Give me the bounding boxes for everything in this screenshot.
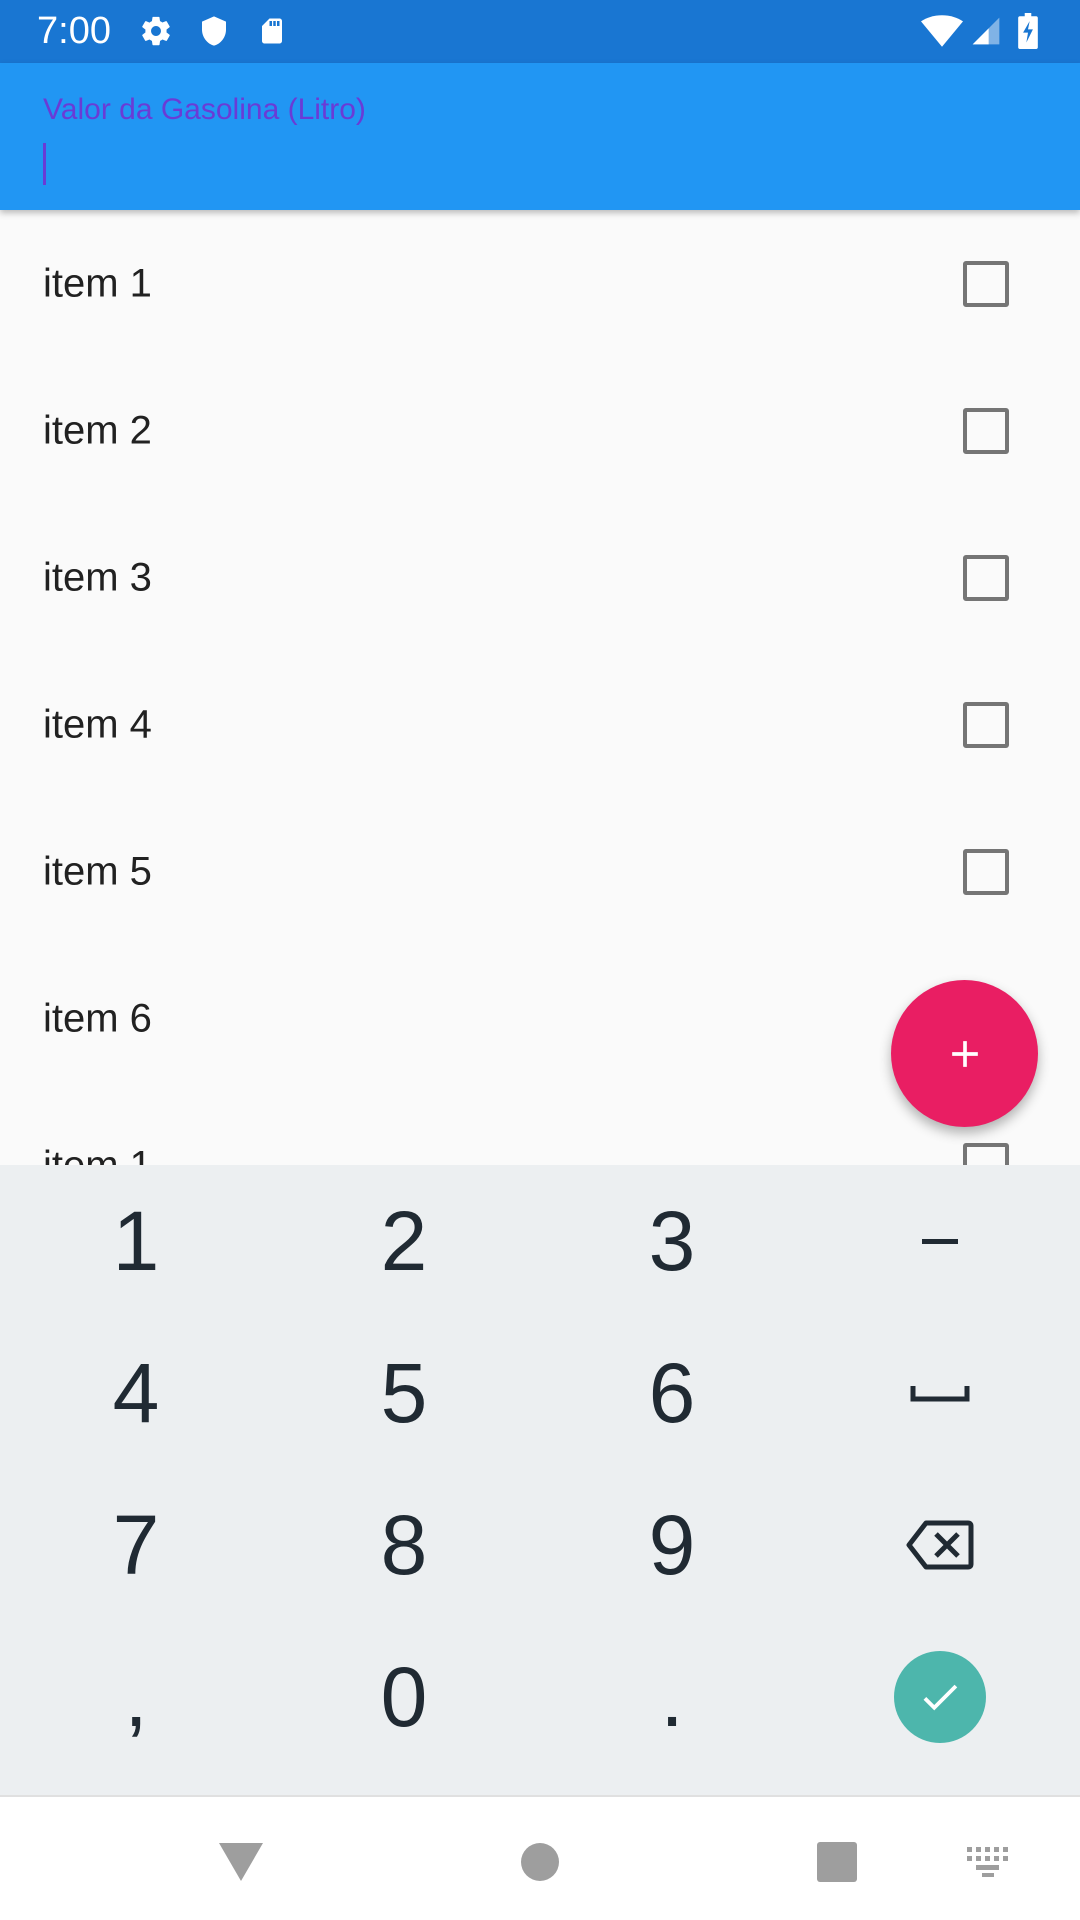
signal-icon bbox=[968, 13, 1004, 49]
backspace-icon bbox=[906, 1519, 974, 1571]
text-cursor bbox=[43, 143, 46, 185]
list-item-label: item 1 bbox=[43, 1143, 152, 1165]
list-item-checkbox[interactable] bbox=[963, 1142, 1009, 1165]
navigation-bar bbox=[0, 1795, 1080, 1920]
list-item-label: item 4 bbox=[43, 702, 152, 746]
list-item-label: item 6 bbox=[43, 996, 152, 1040]
list-item-checkbox[interactable] bbox=[963, 848, 1009, 895]
recents-icon[interactable] bbox=[802, 1827, 872, 1897]
list-item-label: item 2 bbox=[43, 408, 152, 452]
list-item[interactable]: item 4 bbox=[0, 651, 1080, 798]
minus-icon bbox=[922, 1237, 958, 1245]
keyboard-icon[interactable] bbox=[954, 1827, 1024, 1897]
list-item[interactable]: item 5 bbox=[0, 798, 1080, 945]
list-item-checkbox[interactable] bbox=[963, 554, 1009, 601]
list-item-checkbox[interactable] bbox=[963, 407, 1009, 454]
key-4[interactable]: 4 bbox=[2, 1317, 270, 1469]
list-item-label: item 5 bbox=[43, 849, 152, 893]
checkmark-icon bbox=[917, 1674, 963, 1720]
app-bar: Valor da Gasolina (Litro) bbox=[0, 63, 1080, 210]
key-0[interactable]: 0 bbox=[270, 1621, 538, 1773]
key-comma[interactable]: , bbox=[2, 1621, 270, 1773]
wifi-icon bbox=[920, 13, 964, 49]
sd-card-icon bbox=[254, 13, 290, 49]
key-backspace[interactable] bbox=[806, 1469, 1074, 1621]
key-minus[interactable] bbox=[806, 1165, 1074, 1317]
key-period[interactable]: . bbox=[538, 1621, 806, 1773]
key-space[interactable] bbox=[806, 1317, 1074, 1469]
key-3[interactable]: 3 bbox=[538, 1165, 806, 1317]
battery-charging-icon bbox=[1014, 13, 1042, 49]
add-fab-button[interactable] bbox=[891, 980, 1038, 1127]
key-1[interactable]: 1 bbox=[2, 1165, 270, 1317]
gas-price-input[interactable] bbox=[43, 141, 1003, 185]
done-button[interactable] bbox=[894, 1651, 986, 1743]
shield-icon bbox=[196, 13, 232, 49]
plus-icon bbox=[943, 1032, 987, 1076]
status-time: 7:00 bbox=[37, 10, 111, 52]
list-item-checkbox[interactable] bbox=[963, 260, 1009, 307]
list-item-label: item 1 bbox=[43, 261, 152, 305]
home-icon[interactable] bbox=[505, 1827, 575, 1897]
key-9[interactable]: 9 bbox=[538, 1469, 806, 1621]
list-item[interactable]: item 1 bbox=[0, 210, 1080, 357]
space-icon bbox=[910, 1383, 970, 1403]
list-item-label: item 3 bbox=[43, 555, 152, 599]
list-item[interactable]: item 3 bbox=[0, 504, 1080, 651]
key-6[interactable]: 6 bbox=[538, 1317, 806, 1469]
numeric-keyboard: 1 2 3 4 5 6 7 8 9 , 0 . bbox=[0, 1165, 1080, 1795]
list-item[interactable]: item 2 bbox=[0, 357, 1080, 504]
gas-price-field-label: Valor da Gasolina (Litro) bbox=[43, 93, 366, 126]
key-2[interactable]: 2 bbox=[270, 1165, 538, 1317]
key-done[interactable] bbox=[806, 1621, 1074, 1773]
back-icon[interactable] bbox=[206, 1827, 276, 1897]
key-7[interactable]: 7 bbox=[2, 1469, 270, 1621]
key-8[interactable]: 8 bbox=[270, 1469, 538, 1621]
status-bar: 7:00 bbox=[0, 0, 1080, 63]
key-5[interactable]: 5 bbox=[270, 1317, 538, 1469]
list-item-checkbox[interactable] bbox=[963, 701, 1009, 748]
gear-icon bbox=[138, 13, 174, 49]
